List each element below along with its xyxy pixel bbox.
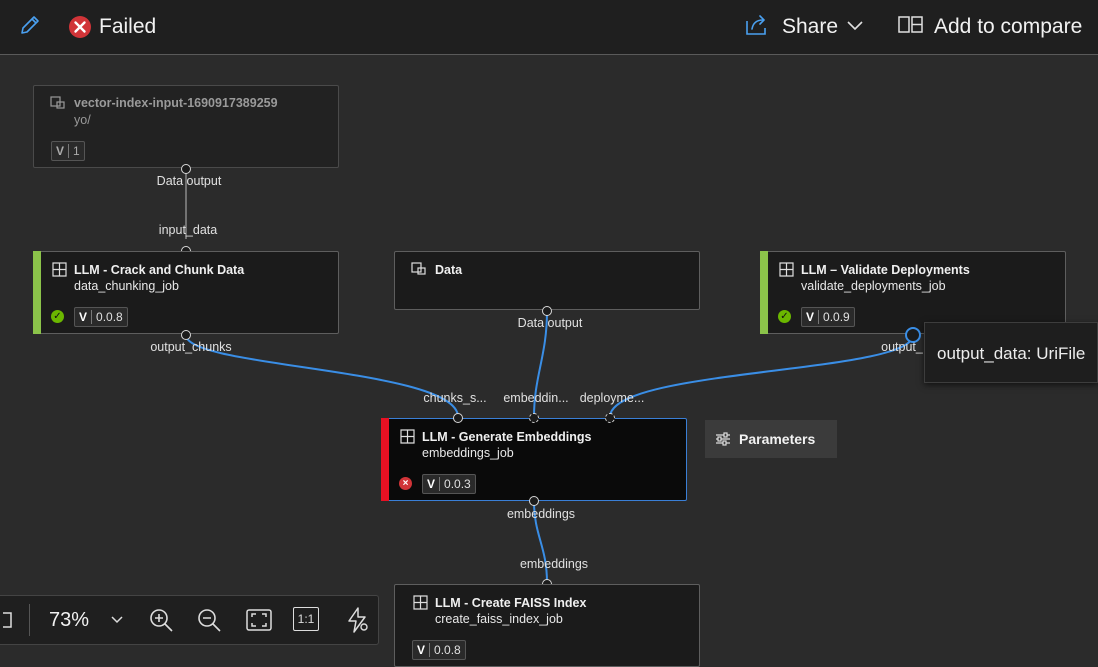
port-label: embeddings <box>506 507 576 521</box>
port-label: Data output <box>156 174 222 188</box>
port-label: embeddings <box>519 557 589 571</box>
data-asset-icon <box>50 96 66 115</box>
add-to-compare-button[interactable]: Add to compare <box>934 15 1082 39</box>
port-label: output_ <box>881 340 923 354</box>
port-tooltip: output_data: UriFile <box>924 322 1098 383</box>
component-icon <box>400 429 415 449</box>
edge-validate-to-embeddings <box>609 334 914 418</box>
node-data[interactable]: Data <box>394 251 700 310</box>
node-subtitle: create_faiss_index_job <box>435 612 563 626</box>
minimap-icon[interactable] <box>1 596 15 644</box>
port-vector-output[interactable] <box>181 164 191 174</box>
failed-x-icon: × <box>399 477 412 490</box>
version-badge: V1 <box>51 141 85 161</box>
failed-status-icon <box>68 15 92 39</box>
node-title: LLM - Create FAISS Index <box>435 596 587 610</box>
parameters-button[interactable]: Parameters <box>705 420 837 458</box>
status-bar-success <box>33 251 41 334</box>
node-title: vector-index-input-1690917389259 <box>74 96 278 110</box>
node-subtitle: validate_deployments_job <box>801 279 946 293</box>
port-embeddings-input-chunks[interactable] <box>453 413 463 423</box>
zoom-out-icon[interactable] <box>195 606 223 634</box>
share-icon[interactable] <box>744 13 770 37</box>
success-check-icon: ✓ <box>778 310 791 323</box>
port-label: deployme... <box>579 391 645 405</box>
port-embeddings-output[interactable] <box>529 496 539 506</box>
zoom-level[interactable]: 73% <box>49 609 89 632</box>
port-label: Data output <box>517 316 583 330</box>
compare-icon[interactable] <box>898 15 924 35</box>
port-embeddings-input-embedding[interactable] <box>529 413 539 423</box>
version-number: 1 <box>73 144 80 158</box>
node-title: LLM - Crack and Chunk Data <box>74 263 245 277</box>
zoom-toolbar: 73% 1:1 <box>0 595 379 645</box>
fit-to-screen-icon[interactable] <box>245 606 273 634</box>
success-check-icon: ✓ <box>51 310 64 323</box>
version-number: 0.0.8 <box>434 643 461 657</box>
node-create-faiss-index[interactable]: LLM - Create FAISS Index create_faiss_in… <box>394 584 700 667</box>
version-number: 0.0.9 <box>823 310 850 324</box>
share-button[interactable]: Share <box>782 15 838 39</box>
version-number: 0.0.3 <box>444 477 471 491</box>
auto-layout-icon[interactable] <box>343 606 371 634</box>
component-icon <box>413 595 428 615</box>
top-toolbar: Failed Share Add to compare <box>0 0 1098 55</box>
version-badge: V 0.0.8 <box>74 307 128 327</box>
node-subtitle: yo/ <box>74 113 91 127</box>
port-embeddings-input-deployment[interactable] <box>605 413 615 423</box>
status-bar-success <box>760 251 768 334</box>
pipeline-canvas[interactable]: vector-index-input-1690917389259 yo/ V1 … <box>0 56 1098 667</box>
port-label: chunks_s... <box>423 391 487 405</box>
version-number: 0.0.8 <box>96 310 123 324</box>
toolbar-divider <box>29 604 30 636</box>
node-crack-and-chunk[interactable]: LLM - Crack and Chunk Data data_chunking… <box>33 251 339 334</box>
node-title: Data <box>435 263 463 277</box>
node-title: LLM - Generate Embeddings <box>422 430 592 444</box>
data-asset-icon <box>411 262 427 281</box>
zoom-in-icon[interactable] <box>147 606 175 634</box>
node-subtitle: data_chunking_job <box>74 279 179 293</box>
node-generate-embeddings[interactable]: LLM - Generate Embeddings embeddings_job… <box>381 418 687 501</box>
version-badge: V 0.0.3 <box>422 474 476 494</box>
edit-icon[interactable] <box>18 13 42 37</box>
component-icon <box>779 262 794 282</box>
version-badge: V 0.0.8 <box>412 640 466 660</box>
run-status-label: Failed <box>99 15 157 38</box>
zoom-dropdown-chevron-icon[interactable] <box>107 610 127 630</box>
sliders-icon <box>715 432 731 446</box>
node-title: LLM – Validate Deployments <box>801 263 970 277</box>
component-icon <box>52 262 67 282</box>
node-vector-index-input[interactable]: vector-index-input-1690917389259 yo/ V1 <box>33 85 339 168</box>
version-badge: V 0.0.9 <box>801 307 855 327</box>
port-label: output_chunks <box>150 340 232 354</box>
status-bar-failed <box>381 418 389 501</box>
chevron-down-icon[interactable] <box>846 18 864 32</box>
port-label: embeddin... <box>503 391 569 405</box>
port-label: input_data <box>158 223 218 237</box>
parameters-label: Parameters <box>739 431 816 447</box>
port-data-output[interactable] <box>542 306 552 316</box>
actual-size-button[interactable]: 1:1 <box>293 607 319 631</box>
node-subtitle: embeddings_job <box>422 446 514 460</box>
port-chunk-output[interactable] <box>181 330 191 340</box>
